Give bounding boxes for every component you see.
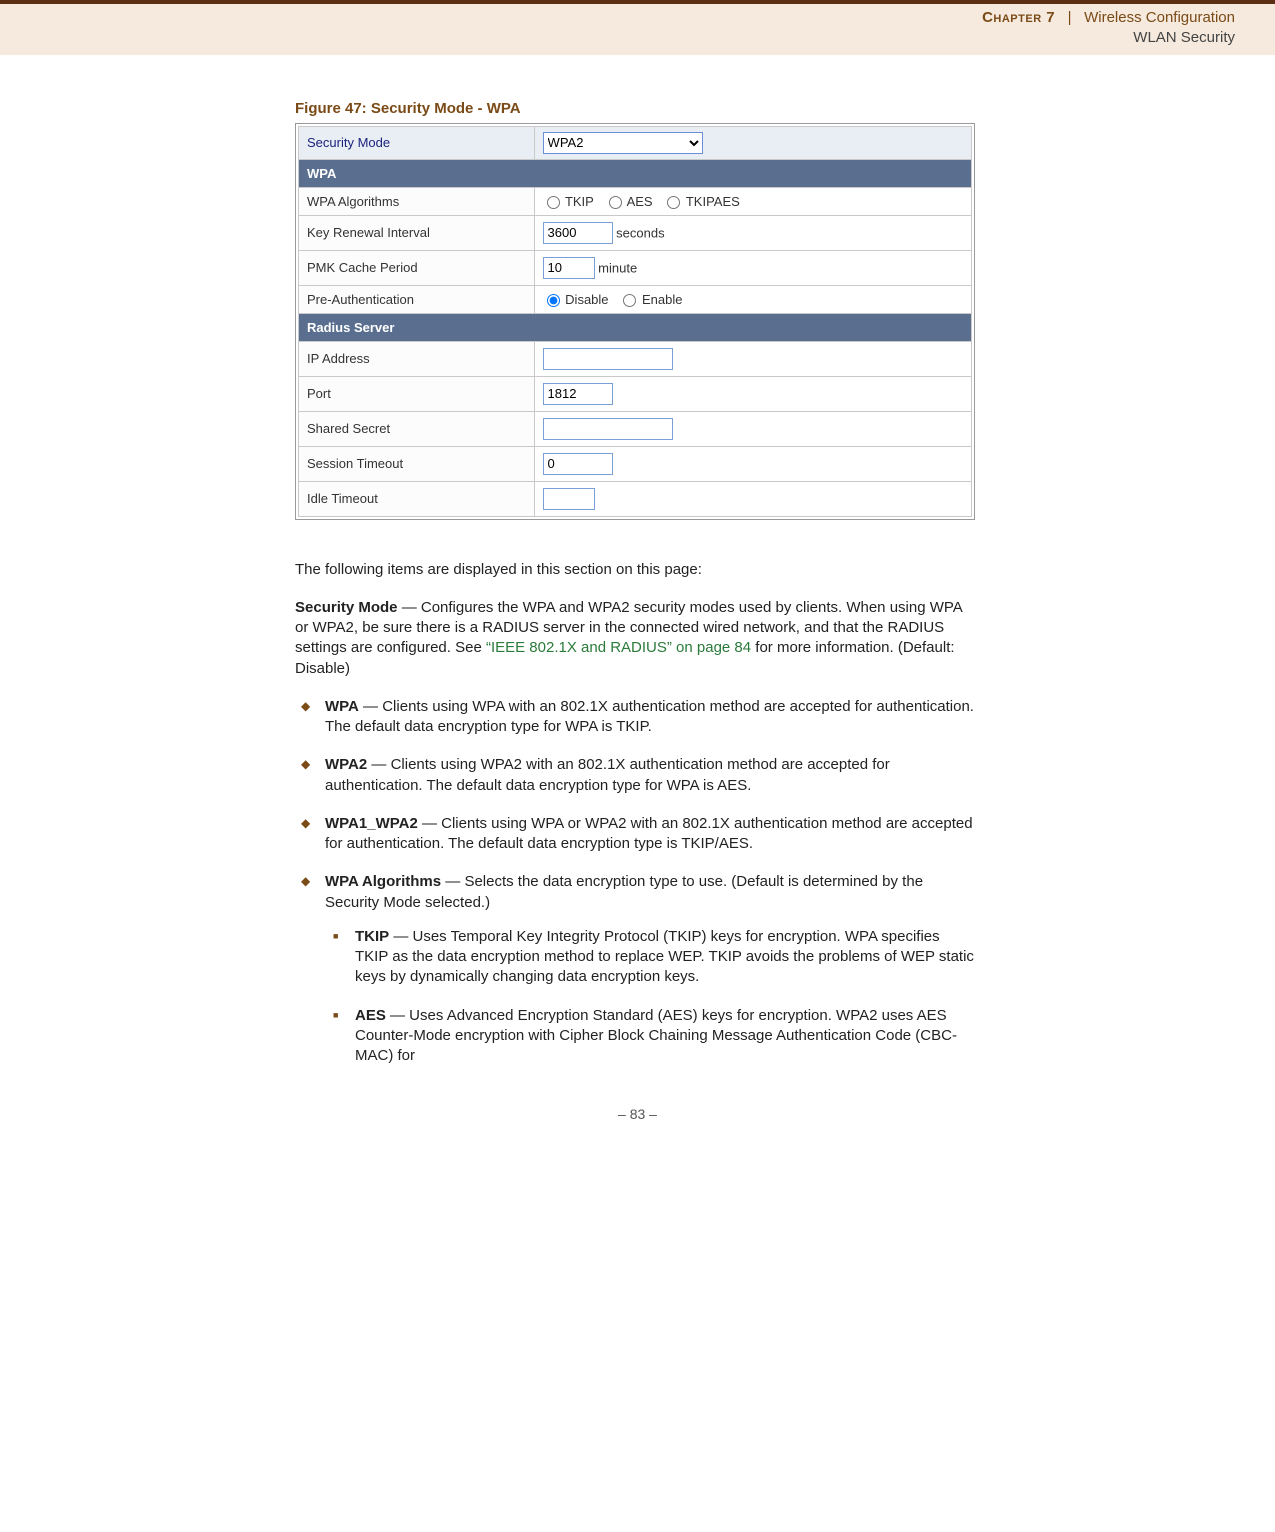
radius-section-header: Radius Server: [299, 313, 972, 341]
pre-auth-label: Pre-Authentication: [299, 285, 535, 313]
shared-secret-label: Shared Secret: [299, 411, 535, 446]
wpa-alg-aes-radio[interactable]: [609, 196, 622, 209]
ieee-radius-xref[interactable]: “IEEE 802.1X and RADIUS” on page 84: [486, 639, 751, 656]
intro-paragraph: The following items are displayed in thi…: [295, 560, 975, 580]
list-item: WPA — Clients using WPA with an 802.1X a…: [325, 697, 975, 738]
wpa-term: WPA: [325, 698, 359, 715]
list-item: AES — Uses Advanced Encryption Standard …: [355, 1006, 975, 1067]
aes-label: AES: [627, 194, 653, 209]
pmk-cache-input[interactable]: [543, 257, 595, 279]
wpa-algorithms-label: WPA Algorithms: [299, 187, 535, 215]
page-header: Chapter 7 | Wireless Configuration WLAN …: [0, 0, 1275, 55]
wpa-section-header: WPA: [299, 159, 972, 187]
figure-screenshot: Security Mode WPA2 WPA WPA Algorithms TK…: [295, 123, 975, 520]
security-mode-label: Security Mode: [299, 126, 535, 159]
security-mode-term: Security Mode: [295, 599, 398, 616]
key-renewal-input[interactable]: [543, 222, 613, 244]
wpa-alg-tkip-radio[interactable]: [547, 196, 560, 209]
list-item: WPA Algorithms — Selects the data encryp…: [325, 872, 975, 1066]
key-renewal-unit: seconds: [616, 225, 664, 240]
port-input[interactable]: [543, 383, 613, 405]
page-footer: – 83 –: [0, 1106, 1275, 1142]
idle-timeout-label: Idle Timeout: [299, 481, 535, 516]
separator: |: [1068, 9, 1072, 26]
header-subtitle: WLAN Security: [0, 28, 1235, 48]
tkip-term: TKIP: [355, 928, 389, 945]
chapter-title: Wireless Configuration: [1084, 9, 1235, 26]
pre-auth-enable-radio[interactable]: [623, 294, 636, 307]
shared-secret-input[interactable]: [543, 418, 673, 440]
aes-term: AES: [355, 1007, 386, 1024]
security-mode-paragraph: Security Mode — Configures the WPA and W…: [295, 598, 975, 679]
wpa1-wpa2-term: WPA1_WPA2: [325, 815, 418, 832]
ip-address-label: IP Address: [299, 341, 535, 376]
list-item: WPA2 — Clients using WPA2 with an 802.1X…: [325, 755, 975, 796]
wpa-alg-tkipaes-radio[interactable]: [667, 196, 680, 209]
figure-caption: Figure 47: Security Mode - WPA: [295, 100, 975, 117]
wpa-algorithms-term: WPA Algorithms: [325, 873, 441, 890]
ip-address-input[interactable]: [543, 348, 673, 370]
body-text: The following items are displayed in thi…: [295, 560, 975, 1067]
idle-timeout-input[interactable]: [543, 488, 595, 510]
pre-auth-disable-radio[interactable]: [547, 294, 560, 307]
tkip-label: TKIP: [565, 194, 594, 209]
pmk-cache-label: PMK Cache Period: [299, 250, 535, 285]
chapter-label: Chapter 7: [982, 9, 1055, 26]
disable-label: Disable: [565, 292, 608, 307]
session-timeout-label: Session Timeout: [299, 446, 535, 481]
pmk-cache-unit: minute: [598, 260, 637, 275]
enable-label: Enable: [642, 292, 682, 307]
tkipaes-label: TKIPAES: [686, 194, 740, 209]
wpa2-term: WPA2: [325, 756, 367, 773]
page-number: – 83 –: [618, 1106, 657, 1122]
port-label: Port: [299, 376, 535, 411]
session-timeout-input[interactable]: [543, 453, 613, 475]
list-item: TKIP — Uses Temporal Key Integrity Proto…: [355, 927, 975, 988]
security-mode-select[interactable]: WPA2: [543, 132, 703, 154]
key-renewal-label: Key Renewal Interval: [299, 215, 535, 250]
list-item: WPA1_WPA2 — Clients using WPA or WPA2 wi…: [325, 814, 975, 855]
